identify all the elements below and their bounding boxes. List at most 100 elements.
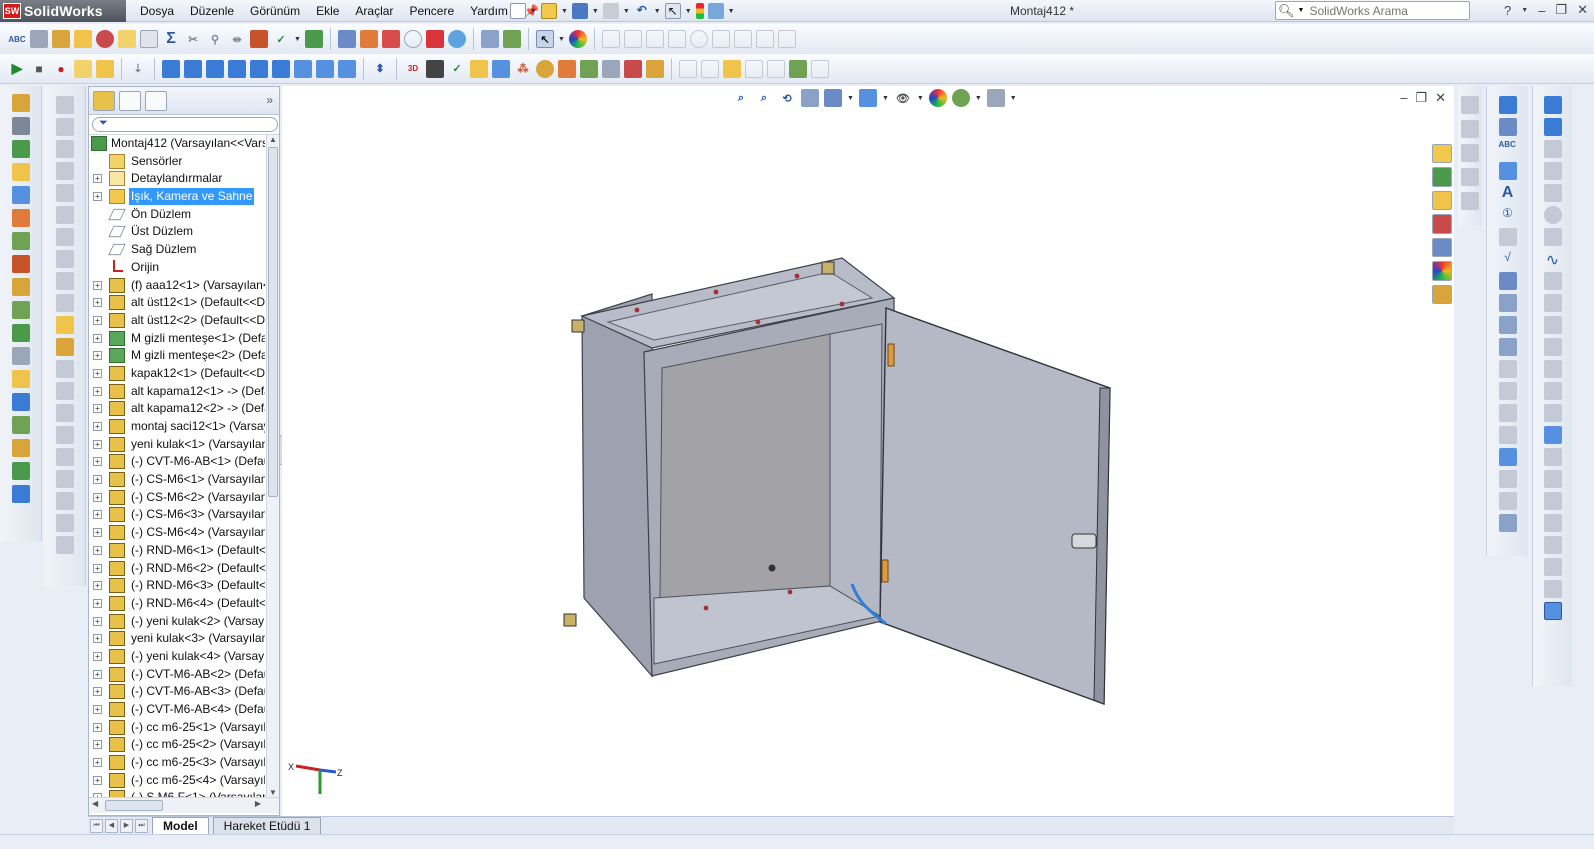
mass-properties-icon[interactable] <box>52 30 70 48</box>
search-box[interactable]: 🔍︎ ▼ <box>1275 1 1470 20</box>
normal-to-icon[interactable]: ⇣ <box>129 60 147 78</box>
tree-item[interactable]: + (-) yeni kulak<2> (Varsayılan<< <box>89 613 265 631</box>
feature-statistics-icon[interactable] <box>304 30 323 48</box>
tree-item[interactable]: + (-) CS-M6<4> (Varsayılan<<Vars <box>89 524 265 542</box>
expand-toggle-icon[interactable]: + <box>93 634 102 644</box>
equations-icon[interactable]: Σ <box>162 30 180 48</box>
expand-toggle-icon[interactable]: + <box>93 174 102 184</box>
door-handle[interactable] <box>1071 533 1097 549</box>
tree-item[interactable]: Sensörler <box>89 153 265 171</box>
scene-dropdown-arrow[interactable]: ▼ <box>975 95 982 102</box>
format-painter-icon[interactable] <box>1498 162 1517 180</box>
table-icon[interactable] <box>1498 514 1517 532</box>
viewport-restore-button[interactable]: ❐ <box>1415 90 1427 106</box>
expand-panel-icon[interactable]: » <box>266 93 273 107</box>
view-dimetric-icon[interactable] <box>338 59 356 78</box>
deviation-analysis-icon[interactable] <box>359 30 378 48</box>
viewport-minimize-button[interactable]: ‒ <box>1400 90 1407 106</box>
balloon-icon[interactable]: ① <box>1499 206 1517 224</box>
rapid-sketch-icon[interactable] <box>1543 602 1562 620</box>
appearance-icon[interactable] <box>568 30 587 48</box>
reference-geometry-icon[interactable] <box>11 255 30 273</box>
tree-item[interactable]: + (-) CS-M6<2> (Varsayılan<<Vars <box>89 489 265 507</box>
expand-toggle-icon[interactable]: + <box>93 581 102 591</box>
expand-toggle-icon[interactable]: + <box>93 280 102 290</box>
menu-tools[interactable]: Araçlar <box>347 0 401 22</box>
expand-toggle-icon[interactable]: + <box>93 687 102 697</box>
macro-new-icon[interactable] <box>74 59 92 78</box>
scroll-right-arrow[interactable]: ▶ <box>255 799 261 808</box>
mate-tool-icon[interactable] <box>11 140 30 158</box>
view-bottom-icon[interactable] <box>272 59 290 78</box>
rotate-icon[interactable] <box>11 209 30 227</box>
expand-toggle-icon[interactable]: + <box>93 669 102 679</box>
view-palette-icon[interactable] <box>1432 237 1452 258</box>
select-tool-icon[interactable]: ↖ <box>535 30 554 48</box>
tree-item[interactable]: + (-) CVT-M6-AB<4> (Default<< <box>89 701 265 719</box>
menu-file[interactable]: Dosya <box>132 0 182 22</box>
exploded-view-tool-icon[interactable] <box>11 324 30 342</box>
new-document-icon[interactable] <box>510 3 526 19</box>
tree-item[interactable]: + M gizli menteşe<1> (Default<< <box>89 330 265 348</box>
tree-item[interactable]: Üst Düzlem <box>89 223 265 241</box>
tree-item[interactable]: + (-) cc m6-25<4> (Varsayılan<< <box>89 772 265 790</box>
search-task-icon[interactable] <box>1432 214 1452 234</box>
apply-scene-icon[interactable] <box>951 89 970 107</box>
view-settings-dropdown-arrow[interactable]: ▼ <box>1010 95 1017 102</box>
assembly-visualization-icon[interactable] <box>250 30 268 48</box>
view-front-icon[interactable] <box>162 59 180 78</box>
options-icon[interactable] <box>707 3 724 19</box>
horizontal-scroll-thumb[interactable] <box>105 800 163 811</box>
spline-icon[interactable]: ∿ <box>1544 250 1562 269</box>
stop-icon[interactable]: ■ <box>30 60 48 78</box>
undo-dropdown-arrow[interactable]: ▼ <box>654 8 661 15</box>
dimension-icon[interactable] <box>1498 118 1517 136</box>
appearances-scenes-icon[interactable] <box>1432 261 1452 281</box>
linear-pattern-icon[interactable]: ⁂ <box>514 60 532 78</box>
geometry-analysis-icon[interactable]: ✓ <box>272 30 290 48</box>
check-entity-icon[interactable] <box>96 30 114 48</box>
interference-detection-icon[interactable] <box>11 370 30 388</box>
note-icon[interactable]: A <box>1499 184 1517 202</box>
tree-item[interactable]: +(-) S M6 F<1> (Varsayılan<< <box>89 789 265 797</box>
next-tab-button[interactable]: ▶ <box>120 818 133 833</box>
tree-root-assembly[interactable]: Montaj412 (Varsayılan<<Varsayılan_Görünü… <box>89 135 265 153</box>
macro-edit-icon[interactable] <box>96 59 114 78</box>
tree-item[interactable]: + (-) CVT-M6-AB<2> (Default<< <box>89 666 265 684</box>
bom-icon[interactable] <box>646 59 664 78</box>
expand-toggle-icon[interactable]: + <box>93 192 102 202</box>
filter-input[interactable]: ⏷ <box>92 117 278 132</box>
tab-model[interactable]: Model <box>152 817 209 834</box>
expand-toggle-icon[interactable]: + <box>93 545 102 555</box>
expand-toggle-icon[interactable]: + <box>93 740 102 750</box>
measure-icon[interactable] <box>30 30 48 48</box>
section-properties-icon[interactable] <box>74 30 92 48</box>
tree-item[interactable]: + (-) RND-M6<1> (Default<<Def <box>89 542 265 560</box>
tree-item[interactable]: + (-) RND-M6<2> (Default<<Def <box>89 560 265 578</box>
tree-item[interactable]: + alt kapama12<1> -> (Default<< <box>89 383 265 401</box>
expand-toggle-icon[interactable]: + <box>93 368 102 378</box>
rebuild-icon[interactable] <box>695 3 704 19</box>
edit-appearance-icon[interactable] <box>928 89 947 107</box>
previous-view-icon[interactable]: ⟲ <box>778 89 796 107</box>
minimize-button[interactable]: ‒ <box>1538 3 1545 18</box>
statistics-icon[interactable] <box>118 30 136 48</box>
component-check-icon[interactable]: ✓ <box>448 60 466 78</box>
tree-item[interactable]: Ön Düzlem <box>89 206 265 224</box>
feature-icon[interactable] <box>11 94 30 112</box>
view-top-icon[interactable] <box>250 59 268 78</box>
tree-item[interactable]: + alt üst12<1> (Default<<Default>_ <box>89 294 265 312</box>
search-dropdown-arrow[interactable]: ▼ <box>1298 7 1305 14</box>
expand-toggle-icon[interactable]: + <box>93 315 102 325</box>
smart-fastener-tool-icon[interactable] <box>11 439 30 457</box>
insert-component-icon[interactable] <box>470 59 488 78</box>
explode-line-icon[interactable] <box>11 347 30 365</box>
tree-item[interactable]: + (-) CS-M6<1> (Varsayılan<<Vars <box>89 471 265 489</box>
hole-alignment-icon[interactable]: ⇹ <box>228 30 246 48</box>
zebra-stripes-icon[interactable] <box>381 30 400 48</box>
hole-series-icon[interactable] <box>11 393 30 411</box>
tree-item[interactable]: + (-) RND-M6<3> (Default<<Def <box>89 577 265 595</box>
new-view-icon[interactable] <box>723 59 741 78</box>
save-icon[interactable] <box>571 3 588 19</box>
analysis-dropdown-arrow[interactable]: ▼ <box>294 36 301 43</box>
